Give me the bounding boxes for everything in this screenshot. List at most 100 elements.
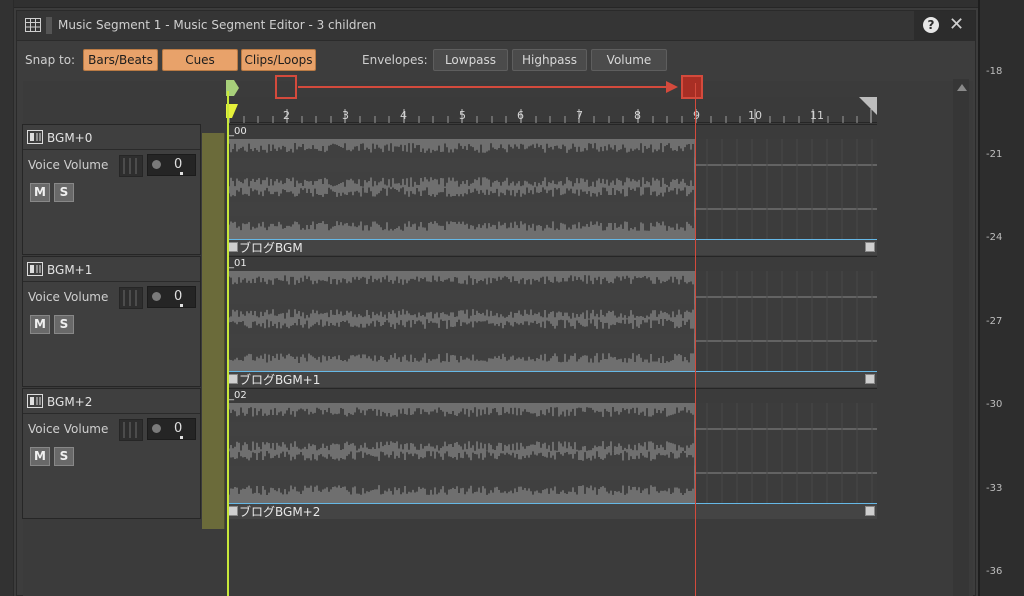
track-header[interactable]: BGM+1 Voice Volume 0 M S [22,256,201,387]
close-icon[interactable]: ✕ [949,14,964,35]
clip-baseline [227,503,877,504]
track-name: BGM+1 [47,263,93,277]
meter-tick: -21 [986,149,1003,160]
ruler-bar-number: 2 [283,109,290,122]
ruler-bar-number: 5 [459,109,466,122]
meter-tick: -27 [986,316,1003,327]
volume-value: 0 [174,157,183,172]
window-title: Music Segment 1 - Music Segment Editor -… [58,18,377,32]
app-root: -18 -21 -24 -27 -30 -33 -36 Music Segmen… [0,0,1024,596]
voice-volume-label: Voice Volume [28,158,109,172]
snap-bars-beats-button[interactable]: Bars/Beats [83,49,158,71]
voice-volume-label: Voice Volume [28,290,109,304]
playhead-line[interactable] [227,91,229,596]
volume-fader[interactable] [119,287,143,309]
knob-icon [152,292,161,301]
track-lane[interactable]: _02 ブログBGM+2 [227,388,877,519]
title-bar: Music Segment 1 - Music Segment Editor -… [17,11,975,41]
track-lane[interactable]: _00 ブログBGM [227,124,877,255]
snap-clips-loops-button[interactable]: Clips/Loops [241,49,316,71]
clip-baseline [227,371,877,372]
clip-end-handle[interactable] [865,242,875,252]
ruler-bar-number: 3 [342,109,349,122]
title-separator [46,17,52,34]
snap-cues-button[interactable]: Cues [162,49,238,71]
ruler-bar-number: 7 [576,109,583,122]
divider [23,149,200,150]
audio-clip[interactable]: _02 ブログBGM+2 [227,389,877,519]
meter-tick: -33 [986,483,1003,494]
volume-value-field[interactable]: 0 [147,286,196,308]
clip-id: _01 [229,258,247,269]
clip-start-handle[interactable] [228,374,238,384]
left-panel-edge [0,0,14,596]
track-type-icon [27,262,43,276]
knob-icon [152,160,161,169]
volume-fader[interactable] [119,419,143,441]
editor-grid-icon [25,18,41,32]
mute-button[interactable]: M [30,447,50,466]
clip-label: ブログBGM+1 [239,373,321,387]
envelope-lowpass-button[interactable]: Lowpass [433,49,508,71]
track-name: BGM+0 [47,131,93,145]
clip-start-handle[interactable] [228,242,238,252]
divider [23,281,200,282]
scroll-up-icon[interactable] [957,84,967,91]
envelopes-label: Envelopes: [362,53,428,67]
ruler-bar-number: 11 [810,109,824,122]
envelope-highpass-button[interactable]: Highpass [512,49,587,71]
segment-end-line[interactable] [695,83,696,596]
divider [23,413,200,414]
help-icon[interactable]: ? [923,17,939,33]
track-type-icon [27,394,43,408]
track-gutter [202,133,225,529]
clip-end-handle[interactable] [865,506,875,516]
volume-value: 0 [174,289,183,304]
meter-tick: -36 [986,566,1003,577]
track-type-icon [27,130,43,144]
solo-button[interactable]: S [54,447,74,466]
volume-fader[interactable] [119,155,143,177]
knob-icon [152,424,161,433]
ruler-bar-number: 10 [748,109,762,122]
vertical-scrollbar[interactable] [953,79,969,596]
waveform [227,271,877,371]
top-panel-edge [14,0,978,8]
volume-value-field[interactable]: 0 [147,418,196,440]
music-segment-editor: Music Segment 1 - Music Segment Editor -… [16,10,976,596]
audio-clip[interactable]: _01 ブログBGM+1 [227,257,877,387]
envelope-volume-button[interactable]: Volume [591,49,667,71]
solo-button[interactable]: S [54,183,74,202]
snap-to-label: Snap to: [25,53,76,67]
mute-button[interactable]: M [30,315,50,334]
level-meter-panel: -18 -21 -24 -27 -30 -33 -36 [978,0,1024,596]
waveform [227,139,877,239]
mute-button[interactable]: M [30,183,50,202]
track-header[interactable]: BGM+2 Voice Volume 0 M S [22,388,201,519]
waveform [227,403,877,503]
clip-header [227,257,877,271]
ruler-bar-number: 6 [517,109,524,122]
volume-value: 0 [174,421,183,436]
clip-label: ブログBGM [239,241,303,255]
clip-end-handle[interactable] [865,374,875,384]
audio-clip[interactable]: _00 ブログBGM [227,125,877,255]
clip-id: _02 [229,390,247,401]
value-marker [180,436,183,439]
clip-header [227,389,877,403]
clip-start-handle[interactable] [228,506,238,516]
clip-baseline [227,239,877,240]
clip-id: _00 [229,126,247,137]
ruler-bar-number: 8 [634,109,641,122]
value-marker [180,172,183,175]
meter-tick: -24 [986,232,1003,243]
clip-header [227,125,877,139]
track-header[interactable]: BGM+0 Voice Volume 0 M S [22,124,201,255]
volume-value-field[interactable]: 0 [147,154,196,176]
track-lane[interactable]: _01 ブログBGM+1 [227,256,877,387]
meter-tick: -18 [986,66,1003,77]
track-name: BGM+2 [47,395,93,409]
solo-button[interactable]: S [54,315,74,334]
drag-annotation-arrow [275,75,703,99]
meter-tick: -30 [986,399,1003,410]
